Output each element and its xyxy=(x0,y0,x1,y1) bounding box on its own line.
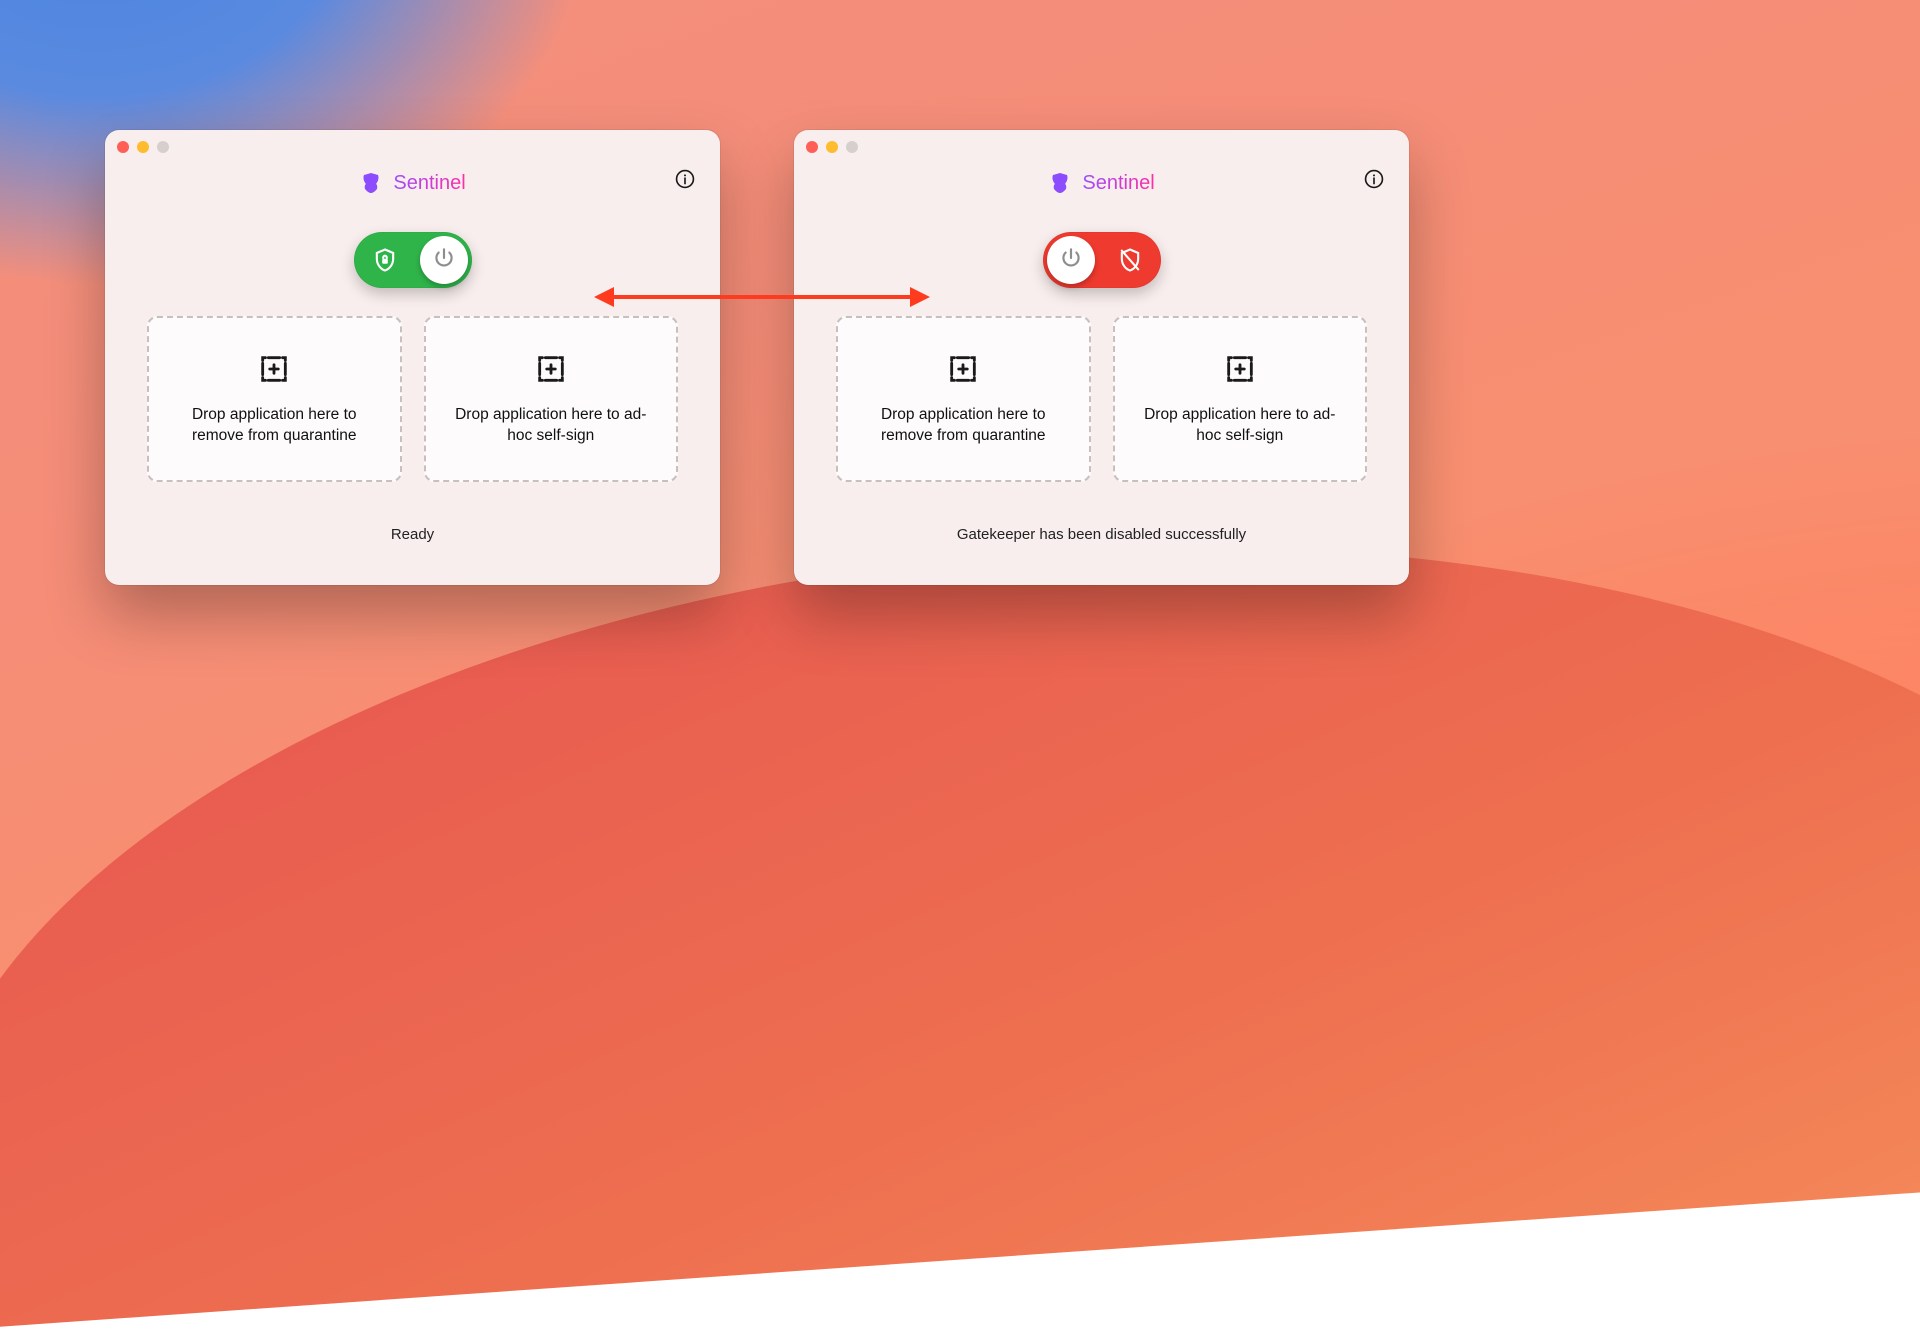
shield-lock-icon xyxy=(356,232,414,288)
dropzone-label: Drop application here to ad-hoc self-sig… xyxy=(444,405,659,447)
zoom-window-button[interactable] xyxy=(157,141,169,153)
close-window-button[interactable] xyxy=(117,141,129,153)
dropzone-label: Drop application here to remove from qua… xyxy=(167,405,382,447)
add-file-icon xyxy=(534,352,568,391)
app-title: Sentinel xyxy=(393,172,465,195)
dropzone-label: Drop application here to remove from qua… xyxy=(856,405,1071,447)
window-controls xyxy=(117,141,169,153)
status-text: Ready xyxy=(105,482,720,585)
zoom-window-button[interactable] xyxy=(846,141,858,153)
app-header: Sentinel xyxy=(794,164,1409,202)
sentinel-window-disabled: Sentinel xyxy=(794,130,1409,585)
app-title: Sentinel xyxy=(1082,172,1154,195)
status-text: Gatekeeper has been disabled successfull… xyxy=(794,482,1409,585)
titlebar xyxy=(794,130,1409,164)
add-file-icon xyxy=(257,352,291,391)
app-brand: Sentinel xyxy=(1048,171,1154,195)
info-icon xyxy=(674,168,696,195)
app-header: Sentinel xyxy=(105,164,720,202)
info-button[interactable] xyxy=(1361,168,1387,194)
minimize-window-button[interactable] xyxy=(137,141,149,153)
toggle-knob xyxy=(420,236,468,284)
toggle-knob xyxy=(1047,236,1095,284)
minimize-window-button[interactable] xyxy=(826,141,838,153)
app-logo-icon xyxy=(1048,171,1072,195)
app-brand: Sentinel xyxy=(359,171,465,195)
close-window-button[interactable] xyxy=(806,141,818,153)
info-button[interactable] xyxy=(672,168,698,194)
shield-off-icon xyxy=(1101,232,1159,288)
titlebar xyxy=(105,130,720,164)
power-icon xyxy=(1058,245,1084,276)
gatekeeper-toggle[interactable] xyxy=(1043,232,1161,288)
power-icon xyxy=(431,245,457,276)
dropzone-label: Drop application here to ad-hoc self-sig… xyxy=(1133,405,1348,447)
dropzone-self-sign[interactable]: Drop application here to ad-hoc self-sig… xyxy=(1113,316,1368,482)
gatekeeper-toggle[interactable] xyxy=(354,232,472,288)
dropzone-remove-quarantine[interactable]: Drop application here to remove from qua… xyxy=(147,316,402,482)
sentinel-window-enabled: Sentinel xyxy=(105,130,720,585)
add-file-icon xyxy=(946,352,980,391)
info-icon xyxy=(1363,168,1385,195)
dropzone-remove-quarantine[interactable]: Drop application here to remove from qua… xyxy=(836,316,1091,482)
app-logo-icon xyxy=(359,171,383,195)
window-controls xyxy=(806,141,858,153)
add-file-icon xyxy=(1223,352,1257,391)
dropzone-self-sign[interactable]: Drop application here to ad-hoc self-sig… xyxy=(424,316,679,482)
